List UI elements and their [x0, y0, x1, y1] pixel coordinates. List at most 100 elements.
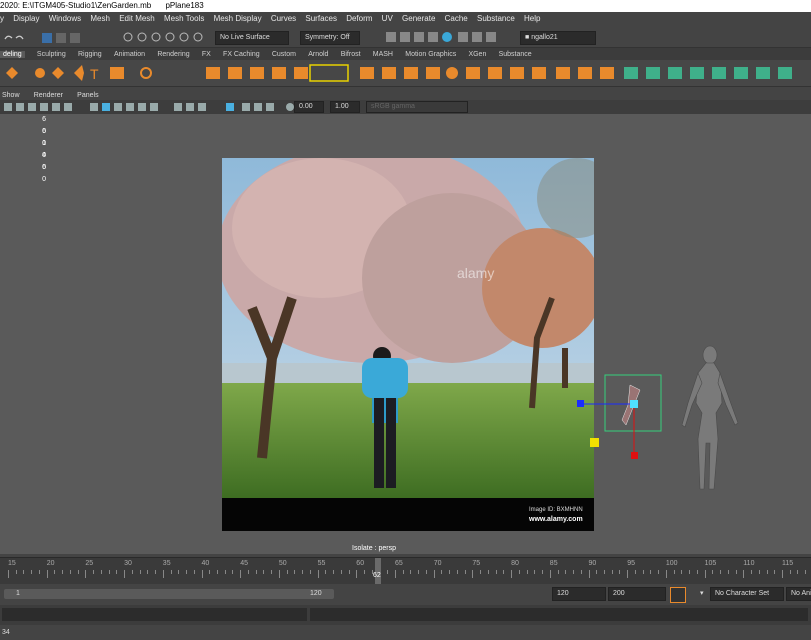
timeline-tick [642, 570, 644, 574]
menu-item-windows[interactable]: Windows [49, 14, 81, 23]
move-manipulator[interactable] [570, 370, 670, 465]
tab-fx[interactable]: FX [202, 51, 211, 58]
timeline-tick [751, 570, 753, 574]
exposure-field[interactable]: 0.00 [294, 101, 324, 113]
timeline-tick [735, 570, 737, 574]
timeline-tick [139, 570, 141, 574]
timeline-tick-label: 30 [124, 560, 132, 567]
range-end-field[interactable]: 120 [552, 587, 606, 601]
tab-fx-caching[interactable]: FX Caching [223, 51, 260, 58]
anim-layer-dropdown[interactable]: No Ani [786, 587, 811, 601]
timeline-tick [727, 570, 729, 574]
timeline-tick [108, 570, 110, 574]
timeline-tick-label: 50 [278, 560, 287, 567]
tab-modeling[interactable]: deling [0, 51, 25, 58]
timeline-tick [263, 570, 265, 574]
timeline-tick [627, 570, 629, 578]
undo-redo-select-icons[interactable] [2, 32, 112, 44]
menu-item-generate[interactable]: Generate [402, 14, 435, 23]
panel-toolbar-icons[interactable] [0, 100, 300, 114]
panel-toolbar: 0.00 1.00 sRGB gamma [0, 100, 811, 114]
timeline-tick [278, 570, 280, 578]
menu-item-mesh-display[interactable]: Mesh Display [214, 14, 262, 23]
range-inner-end[interactable]: 120 [310, 589, 322, 599]
image-plane[interactable]: alamy Image ID: BXMHNN www.alamy.com [222, 158, 594, 531]
menu-item-substance[interactable]: Substance [477, 14, 515, 23]
tab-animation[interactable]: Animation [114, 51, 145, 58]
x-axis-handle[interactable] [590, 438, 599, 447]
tab-bifrost[interactable]: Bifrost [341, 51, 361, 58]
chevron-down-icon[interactable]: ▾ [700, 589, 704, 597]
range-start[interactable]: 1 [16, 589, 20, 599]
symmetry-dropdown[interactable]: Symmetry: Off [300, 31, 360, 45]
timeline-tick [596, 570, 598, 574]
auto-key-icon[interactable] [670, 587, 686, 603]
user-name: ngallo21 [531, 34, 558, 41]
live-surface-field[interactable]: No Live Surface [215, 31, 289, 45]
tab-custom[interactable]: Custom [272, 51, 296, 58]
timeline-tick [782, 570, 783, 578]
tab-rigging[interactable]: Rigging [78, 51, 102, 58]
current-frame-label: 62 [373, 572, 381, 579]
timeline-tick [565, 570, 567, 574]
menu-item-surfaces[interactable]: Surfaces [305, 14, 337, 23]
menu-item-help[interactable]: Help [524, 14, 540, 23]
menu-item-uv[interactable]: UV [382, 14, 393, 23]
range-slider[interactable] [4, 589, 334, 599]
tab-xgen[interactable]: XGen [468, 51, 486, 58]
female-reference-model[interactable] [676, 343, 746, 493]
menu-item-edit-mesh[interactable]: Edit Mesh [119, 14, 155, 23]
timeline-tick [131, 570, 133, 574]
timeline-tick [364, 570, 366, 574]
timeline-tick [93, 570, 95, 574]
render-icons[interactable] [384, 31, 514, 43]
timeline-tick [31, 570, 33, 574]
timeline-tick [77, 570, 79, 574]
shelf-tool-icons[interactable]: T [0, 60, 811, 86]
timeline-tick [464, 570, 466, 574]
timeline-tick [758, 570, 760, 574]
menu-item-deform[interactable]: Deform [346, 14, 372, 23]
tab-arnold[interactable]: Arnold [308, 51, 328, 58]
panel-menu-panels[interactable]: Panels [77, 92, 98, 99]
center-handle[interactable] [630, 400, 638, 408]
menu-item-display[interactable]: Display [13, 14, 39, 23]
hud-row: 60 [6, 114, 76, 135]
anim-end-field[interactable]: 200 [608, 587, 666, 601]
z-axis-handle[interactable] [577, 400, 584, 407]
timeline-tick [309, 570, 311, 574]
gamma-field[interactable]: 1.00 [330, 101, 360, 113]
timeline-tick [286, 570, 288, 574]
timeline-tick [542, 570, 544, 574]
menu-item-mesh[interactable]: Mesh [90, 14, 110, 23]
menu-item-cache[interactable]: Cache [445, 14, 468, 23]
y-axis-handle[interactable] [631, 452, 638, 459]
timeline-tick [193, 570, 195, 574]
timeline-tick [774, 570, 776, 574]
current-time-marker[interactable] [375, 558, 381, 584]
hud-value: 1 [42, 140, 46, 147]
panel-menu-renderer[interactable]: Renderer [34, 92, 63, 99]
panel-menu-show[interactable]: Show [2, 92, 20, 99]
timeline-tick-label: 80 [511, 560, 519, 567]
tab-rendering[interactable]: Rendering [157, 51, 189, 58]
menu-item-partial[interactable]: y [0, 14, 4, 23]
menu-item-curves[interactable]: Curves [271, 14, 296, 23]
menu-item-mesh-tools[interactable]: Mesh Tools [164, 14, 204, 23]
time-slider[interactable]: 15 20 25 30 35 40 45 50 55 60 65 70 75 80 85 90 95 100 105… [0, 557, 811, 584]
snap-icons[interactable] [122, 31, 212, 43]
timeline-tick-label: 20 [46, 560, 55, 567]
tab-substance[interactable]: Substance [499, 51, 532, 58]
timeline-tick [534, 570, 536, 574]
tab-sculpting[interactable]: Sculpting [37, 51, 66, 58]
hud-value: 6 [42, 164, 46, 171]
color-space-dropdown[interactable]: sRGB gamma [366, 101, 468, 113]
user-account-dropdown[interactable]: ■ ngallo21 [520, 31, 596, 45]
tab-motion-graphics[interactable]: Motion Graphics [405, 51, 456, 58]
timeline-tick [62, 570, 64, 574]
tab-mash[interactable]: MASH [373, 51, 393, 58]
image-id-text: Image ID: BXMHNN [529, 507, 583, 513]
mel-command-input[interactable] [2, 608, 307, 621]
timeline-tick [720, 570, 722, 574]
character-set-dropdown[interactable]: No Character Set [710, 587, 784, 601]
